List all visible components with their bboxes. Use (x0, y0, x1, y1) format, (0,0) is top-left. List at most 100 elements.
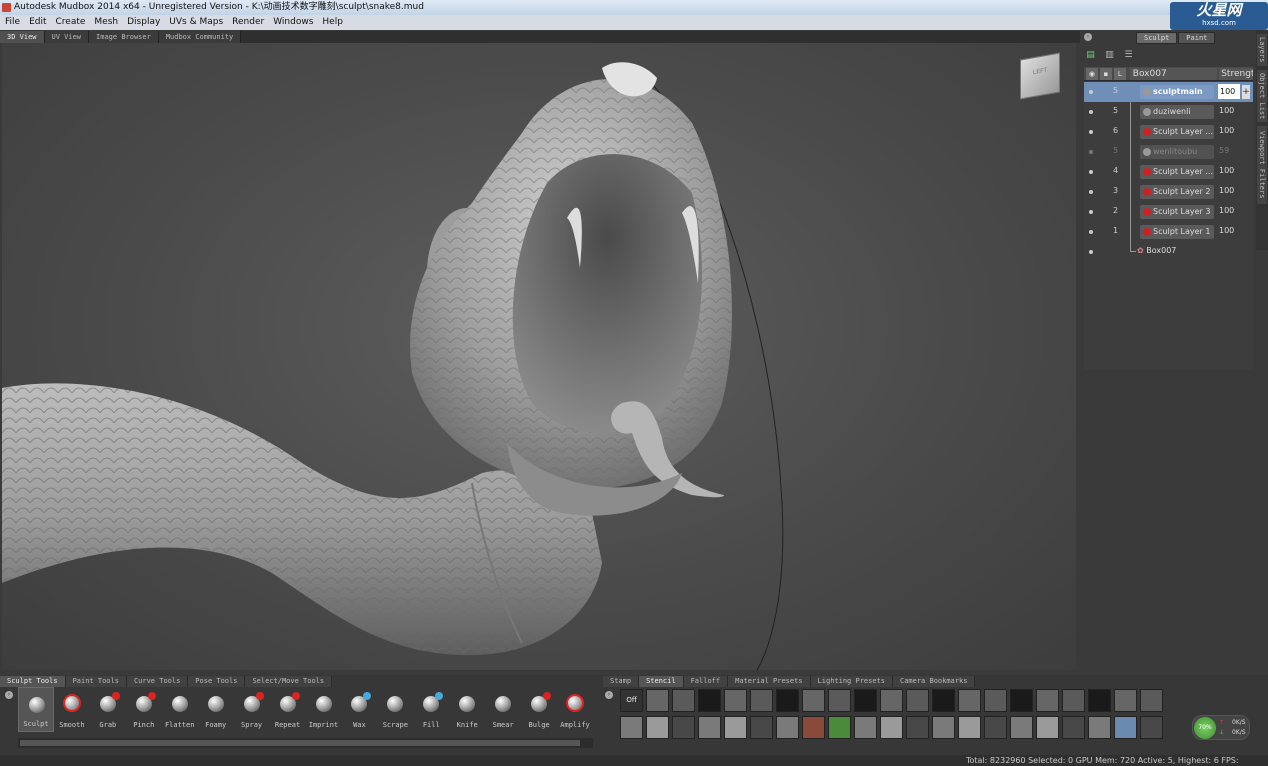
stencil-texture-swatch[interactable] (1088, 716, 1111, 739)
stencil-texture-swatch[interactable] (776, 716, 799, 739)
tab-sculpt[interactable]: Sculpt (1136, 32, 1178, 44)
stencil-texture-swatch[interactable] (828, 716, 851, 739)
menu-display[interactable]: Display (127, 15, 160, 30)
stencil-collapse-icon[interactable]: › (605, 691, 613, 699)
tool-grab[interactable]: Grab (90, 687, 126, 732)
stencil-texture-swatch[interactable] (750, 689, 773, 712)
stencil-texture-swatch[interactable] (1010, 716, 1033, 739)
tab-material-presets[interactable]: Material Presets (728, 676, 811, 687)
tab-camera-bookmarks[interactable]: Camera Bookmarks (892, 676, 976, 687)
tab-uv-view[interactable]: UV View (44, 31, 90, 43)
visibility-column-icon[interactable]: ◉ (1086, 67, 1098, 80)
layer-name[interactable]: Sculpt Layer ... (1140, 165, 1214, 179)
tool-smear[interactable]: Smear (485, 687, 521, 732)
layer-name[interactable]: duziwenli (1140, 105, 1214, 119)
stencil-texture-swatch[interactable] (698, 716, 721, 739)
stencil-texture-swatch[interactable] (1140, 689, 1163, 712)
stencil-texture-swatch[interactable] (672, 689, 695, 712)
layer-name[interactable]: sculptmain (1140, 85, 1214, 99)
tool-spray[interactable]: Spray (234, 687, 270, 732)
stencil-texture-swatch[interactable] (1062, 716, 1085, 739)
menu-create[interactable]: Create (56, 15, 86, 30)
stencil-texture-swatch[interactable] (802, 716, 825, 739)
visibility-icon[interactable] (1089, 130, 1093, 134)
stencil-texture-swatch[interactable] (906, 716, 929, 739)
stencil-texture-swatch[interactable] (958, 689, 981, 712)
stencil-texture-swatch[interactable] (984, 716, 1007, 739)
menu-mesh[interactable]: Mesh (94, 15, 118, 30)
stencil-texture-swatch[interactable] (724, 689, 747, 712)
stencil-texture-swatch[interactable] (854, 689, 877, 712)
layer-name[interactable]: Sculpt Layer ... (1140, 125, 1214, 139)
visibility-icon[interactable] (1089, 210, 1093, 214)
stencil-texture-swatch[interactable] (1062, 689, 1085, 712)
layer-name[interactable]: wenlitoubu (1140, 145, 1214, 159)
tool-fill[interactable]: Fill (413, 687, 449, 732)
stencil-texture-swatch[interactable] (620, 716, 643, 739)
visibility-icon[interactable] (1089, 150, 1093, 154)
stencil-texture-swatch[interactable] (646, 689, 669, 712)
layer-name[interactable]: Sculpt Layer 3 (1140, 205, 1214, 219)
stencil-texture-swatch[interactable] (724, 716, 747, 739)
menu-help[interactable]: Help (322, 15, 343, 30)
stencil-texture-swatch[interactable] (672, 716, 695, 739)
stencil-texture-swatch[interactable] (906, 689, 929, 712)
stencil-texture-swatch[interactable] (802, 689, 825, 712)
tool-scrape[interactable]: Scrape (377, 687, 413, 732)
stencil-texture-swatch[interactable] (958, 716, 981, 739)
level-column-icon[interactable]: L (1113, 67, 1126, 80)
layer-row[interactable]: 6 Sculpt Layer ... 100 (1084, 122, 1253, 142)
layer-row[interactable]: 2 Sculpt Layer 3 100 (1084, 202, 1253, 222)
layer-strength[interactable]: 100 (1219, 226, 1234, 235)
layer-strength[interactable]: 100 (1219, 106, 1234, 115)
stencil-texture-swatch[interactable] (1114, 716, 1137, 739)
visibility-icon[interactable] (1089, 90, 1093, 94)
tab-sculpt-tools[interactable]: Sculpt Tools (0, 676, 66, 687)
stencil-texture-swatch[interactable] (932, 716, 955, 739)
side-tab-viewport-filters[interactable]: Viewport Filters (1257, 126, 1267, 204)
tool-imprint[interactable]: Imprint (306, 687, 342, 732)
layer-strength[interactable]: 100 (1219, 186, 1234, 195)
viewcube[interactable]: LEFT (1020, 52, 1060, 100)
layer-options-icon[interactable]: ☰ (1124, 51, 1133, 60)
tab-falloff[interactable]: Falloff (683, 676, 729, 687)
side-tab-layers[interactable]: Layers (1257, 34, 1267, 66)
stencil-texture-swatch[interactable] (1114, 689, 1137, 712)
layer-strength[interactable]: 100 (1219, 166, 1234, 175)
layer-row[interactable]: 4 Sculpt Layer ... 100 (1084, 162, 1253, 182)
panel-collapse-icon[interactable]: › (1084, 33, 1092, 41)
menu-render[interactable]: Render (232, 15, 264, 30)
menu-edit[interactable]: Edit (29, 15, 46, 30)
tool-smooth[interactable]: Smooth (54, 687, 90, 732)
stencil-texture-swatch[interactable] (984, 689, 1007, 712)
strength-field[interactable]: 100 (1218, 84, 1240, 99)
tab-stencil[interactable]: Stencil (639, 676, 684, 687)
layer-row[interactable]: 1 Sculpt Layer 1 100 (1084, 222, 1253, 242)
tab-curve-tools[interactable]: Curve Tools (126, 676, 189, 687)
tool-pinch[interactable]: Pinch (126, 687, 162, 732)
menu-windows[interactable]: Windows (273, 15, 313, 30)
layer-strength[interactable]: 100 (1219, 126, 1234, 135)
stencil-off-swatch[interactable]: Off (620, 689, 643, 712)
tab-paint-tools[interactable]: Paint Tools (65, 676, 127, 687)
tool-amplify[interactable]: Amplify (557, 687, 593, 732)
stencil-texture-swatch[interactable] (1140, 716, 1163, 739)
tool-bulge[interactable]: Bulge (521, 687, 557, 732)
tool-knife[interactable]: Knife (449, 687, 485, 732)
stencil-texture-swatch[interactable] (1036, 689, 1059, 712)
tool-tray-scrollbar[interactable] (18, 738, 593, 748)
stencil-texture-swatch[interactable] (776, 689, 799, 712)
visibility-icon[interactable] (1089, 190, 1093, 194)
menu-file[interactable]: File (5, 15, 20, 30)
tab-paint[interactable]: Paint (1178, 32, 1216, 44)
visibility-icon[interactable] (1089, 110, 1093, 114)
stencil-texture-swatch[interactable] (698, 689, 721, 712)
layer-strength[interactable]: 100 (1219, 206, 1234, 215)
delete-layer-icon[interactable]: ▥ (1105, 51, 1114, 60)
layer-name[interactable]: Sculpt Layer 1 (1140, 225, 1214, 239)
visibility-icon[interactable] (1089, 170, 1093, 174)
stencil-texture-swatch[interactable] (646, 716, 669, 739)
tools-collapse-icon[interactable]: › (5, 691, 13, 699)
stencil-texture-swatch[interactable] (1088, 689, 1111, 712)
new-layer-icon[interactable]: ▤ (1086, 51, 1095, 60)
